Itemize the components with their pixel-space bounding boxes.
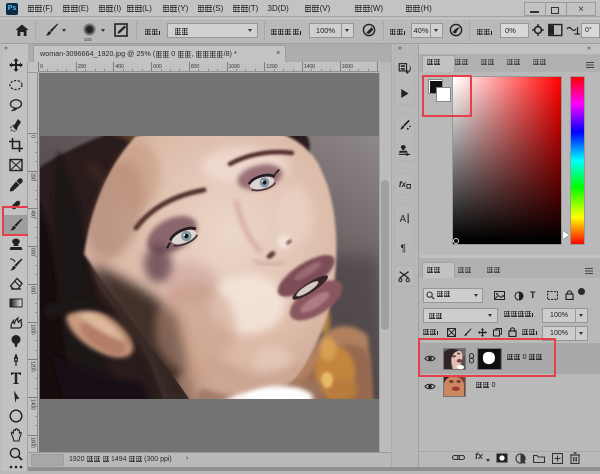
svg-text:fx: fx xyxy=(398,179,406,188)
svg-text:A: A xyxy=(399,213,406,224)
svg-text:¶: ¶ xyxy=(400,242,406,253)
